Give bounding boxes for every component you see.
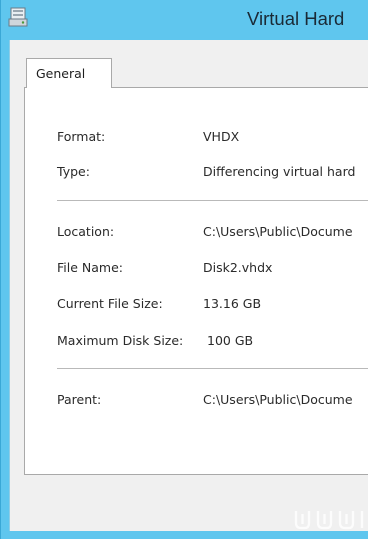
- format-row: Format: VHDX: [25, 129, 368, 149]
- format-value: VHDX: [203, 129, 240, 144]
- location-value: C:\Users\Public\Docume: [203, 224, 353, 239]
- parent-value: C:\Users\Public\Docume: [203, 392, 353, 407]
- tab-general-label: General: [36, 66, 86, 81]
- parent-label: Parent:: [57, 392, 102, 407]
- type-value: Differencing virtual hard: [203, 164, 356, 179]
- file-name-label: File Name:: [57, 260, 123, 275]
- maximum-disk-size-value: 100 GB: [207, 333, 254, 348]
- watermark-logo: [293, 506, 368, 532]
- dialog-client-area: General Format: VHDX Type: Differencing …: [9, 40, 368, 531]
- type-row: Type: Differencing virtual hard: [25, 164, 368, 184]
- title-bar[interactable]: Virtual Hard: [1, 0, 368, 40]
- tab-general[interactable]: General: [26, 58, 112, 88]
- parent-row: Parent: C:\Users\Public\Docume: [25, 392, 368, 412]
- maximum-disk-size-label: Maximum Disk Size:: [57, 333, 184, 348]
- separator: [57, 200, 368, 201]
- properties-window: Virtual Hard General Format: VHDX Type: …: [0, 0, 368, 539]
- current-file-size-value: 13.16 GB: [203, 296, 262, 311]
- format-label: Format:: [57, 129, 106, 144]
- type-label: Type:: [57, 164, 90, 179]
- current-file-size-row: Current File Size: 13.16 GB: [25, 296, 368, 316]
- separator: [57, 368, 368, 369]
- file-name-row: File Name: Disk2.vhdx: [25, 260, 368, 280]
- disk-properties-icon: [8, 6, 30, 28]
- general-tab-panel: Format: VHDX Type: Differencing virtual …: [24, 87, 368, 475]
- location-label: Location:: [57, 224, 115, 239]
- location-row: Location: C:\Users\Public\Docume: [25, 224, 368, 244]
- maximum-disk-size-row: Maximum Disk Size: 100 GB: [25, 333, 368, 353]
- current-file-size-label: Current File Size:: [57, 296, 163, 311]
- file-name-value: Disk2.vhdx: [203, 260, 273, 275]
- window-title: Virtual Hard: [247, 8, 345, 29]
